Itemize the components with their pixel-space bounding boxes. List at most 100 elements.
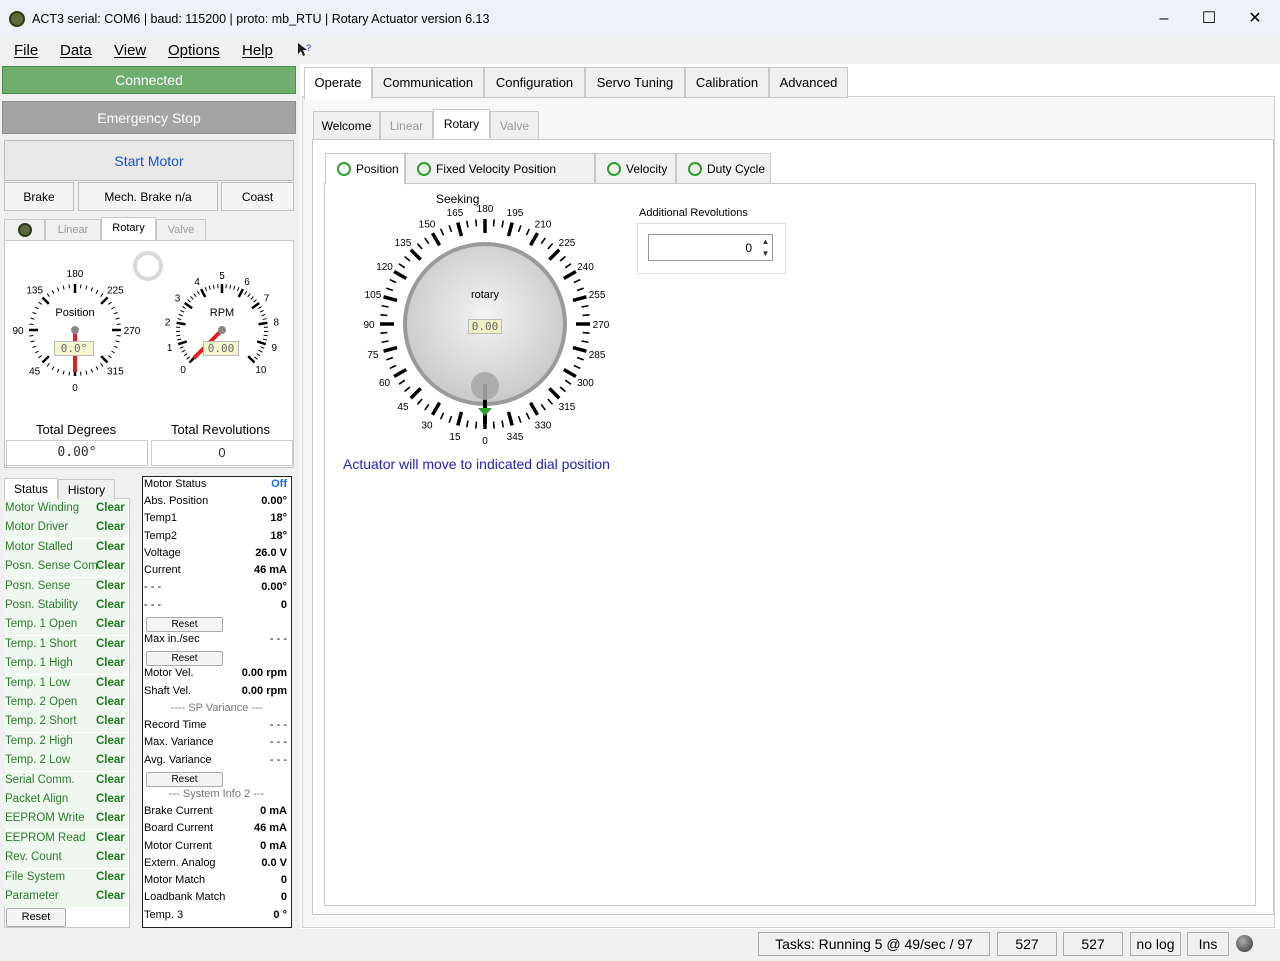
motor-info-row: Voltage 26.0 V [144,547,289,564]
tab-servo-tuning[interactable]: Servo Tuning [585,67,685,98]
dial-tick [540,403,546,411]
status-row-value: Clear [96,773,125,786]
coast-button[interactable]: Coast [221,182,294,211]
tab-advanced[interactable]: Advanced [769,67,848,98]
start-motor-button[interactable]: Start Motor [4,140,294,181]
motor-info-label: Motor Status [144,478,207,490]
dial-tick [506,411,514,426]
tab-valve-left[interactable]: Valve [156,219,206,241]
motor-info-row: Motor Vel. 0.00 rpm [144,667,289,684]
tab-history[interactable]: History [58,479,115,501]
menu-help[interactable]: Help [242,42,273,59]
motor-info-label: Max in./sec [144,632,200,645]
dial-tick [548,387,561,400]
status-row-label: Temp. 2 Short [5,715,77,728]
motor-info-row: Temp1 18° [144,512,289,529]
dial-tick [424,237,430,245]
gauge-tick [100,296,109,305]
minimize-icon[interactable]: – [1154,9,1174,29]
dial-tick [540,237,546,245]
dial-tick [398,263,406,269]
dial-tick-label: 0 [482,436,488,447]
rpm-gauge-readout: 0.00 [203,341,239,356]
motor-reset-button[interactable]: Reset [146,771,223,787]
tab-communication[interactable]: Communication [372,67,484,98]
dial-tick [424,403,430,411]
tab-logo[interactable] [4,219,45,241]
motor-info-label: Shaft Vel. [144,684,192,697]
gauge-tick [261,313,266,317]
spin-up-icon[interactable]: ▲ [759,236,772,248]
dial-knob[interactable] [471,372,499,400]
dial-tick-label: 240 [577,262,594,273]
gauge-tick [236,287,240,292]
gauge-tick [253,299,257,303]
tab-linear[interactable]: Linear [380,111,433,140]
motor-info-row: Motor Status Off [144,478,289,495]
dial-tick-label: 60 [379,378,391,389]
tab-valve[interactable]: Valve [490,111,539,140]
dial-tick-label: 165 [447,208,464,219]
mech-brake-button[interactable]: Mech. Brake n/a [78,182,218,211]
motor-info-label: Motor Match [144,874,206,887]
connected-button[interactable]: Connected [2,66,296,94]
tab-calibration[interactable]: Calibration [685,67,769,98]
emergency-stop-button[interactable]: Emergency Stop [2,101,296,134]
motor-reset-button[interactable]: Reset [146,651,223,667]
dial-tick [581,340,589,344]
status-row-label: EEPROM Read [5,831,86,844]
additional-revolutions-input[interactable]: 0 [648,234,773,261]
motor-reset-button[interactable]: Reset [146,616,223,632]
dial-tick-label: 225 [559,238,576,249]
gauge-tick [260,346,265,349]
status-row-label: File System [5,870,66,883]
whats-this-help-icon[interactable]: ? [296,42,312,58]
maximize-icon[interactable]: ☐ [1199,9,1219,29]
status-row-value: Clear [96,579,125,592]
menu-file[interactable]: File [14,42,38,59]
status-reset-button[interactable]: Reset [6,908,66,927]
gauge-tick [38,301,42,305]
motor-section-header: ---- SP Variance --- [144,702,289,719]
tab-operate[interactable]: Operate [304,67,372,100]
connection-led-icon [1236,935,1253,952]
status-row: EEPROM Read Clear [5,832,127,851]
gauge-tick [79,284,82,289]
status-row-value: Clear [96,696,125,708]
close-icon[interactable]: ✕ [1245,9,1265,29]
mode-tab-duty-cycle[interactable]: Duty Cycle [676,153,771,184]
status-row: Temp. 2 Short Clear [5,715,127,734]
dial-tick [430,232,442,247]
mode-tab-position[interactable]: Position [325,153,405,185]
tab-rotary[interactable]: Rotary [433,109,490,139]
dial-tick [448,225,453,233]
status-row-label: Parameter [5,890,59,902]
spin-down-icon[interactable]: ▼ [759,248,772,260]
menu-options[interactable]: Options [168,42,220,59]
tab-status[interactable]: Status [4,478,58,499]
tab-configuration[interactable]: Configuration [484,67,585,98]
dial-tick [501,220,505,228]
mode-tab-fixed-velocity[interactable]: Fixed Velocity Position Seeking [405,153,595,206]
gauge-tick [176,334,181,337]
motor-info-label: --- System Info 2 --- [168,787,265,800]
gauge-tick [259,309,264,313]
gauge-tick [90,287,94,292]
gauge-tick [108,301,112,305]
dial-tick [383,345,398,353]
dial-tick-label: 315 [559,402,576,413]
motor-info-label: Motor Current [144,839,212,852]
radio-icon [337,162,351,176]
mode-tab-velocity-label: Velocity [626,162,668,176]
menu-data[interactable]: Data [60,42,92,59]
brake-button[interactable]: Brake [4,182,74,211]
dial-tick [576,287,584,292]
menu-view[interactable]: View [114,42,146,59]
gauge-tick [176,338,182,341]
motor-info-value: 18° [270,529,287,542]
tab-welcome[interactable]: Welcome [313,111,380,140]
tab-rotary-left[interactable]: Rotary [101,217,156,241]
mode-tab-velocity[interactable]: Velocity [595,153,676,184]
motor-info-label: Record Time [144,719,207,732]
tab-linear-left[interactable]: Linear [45,219,101,241]
